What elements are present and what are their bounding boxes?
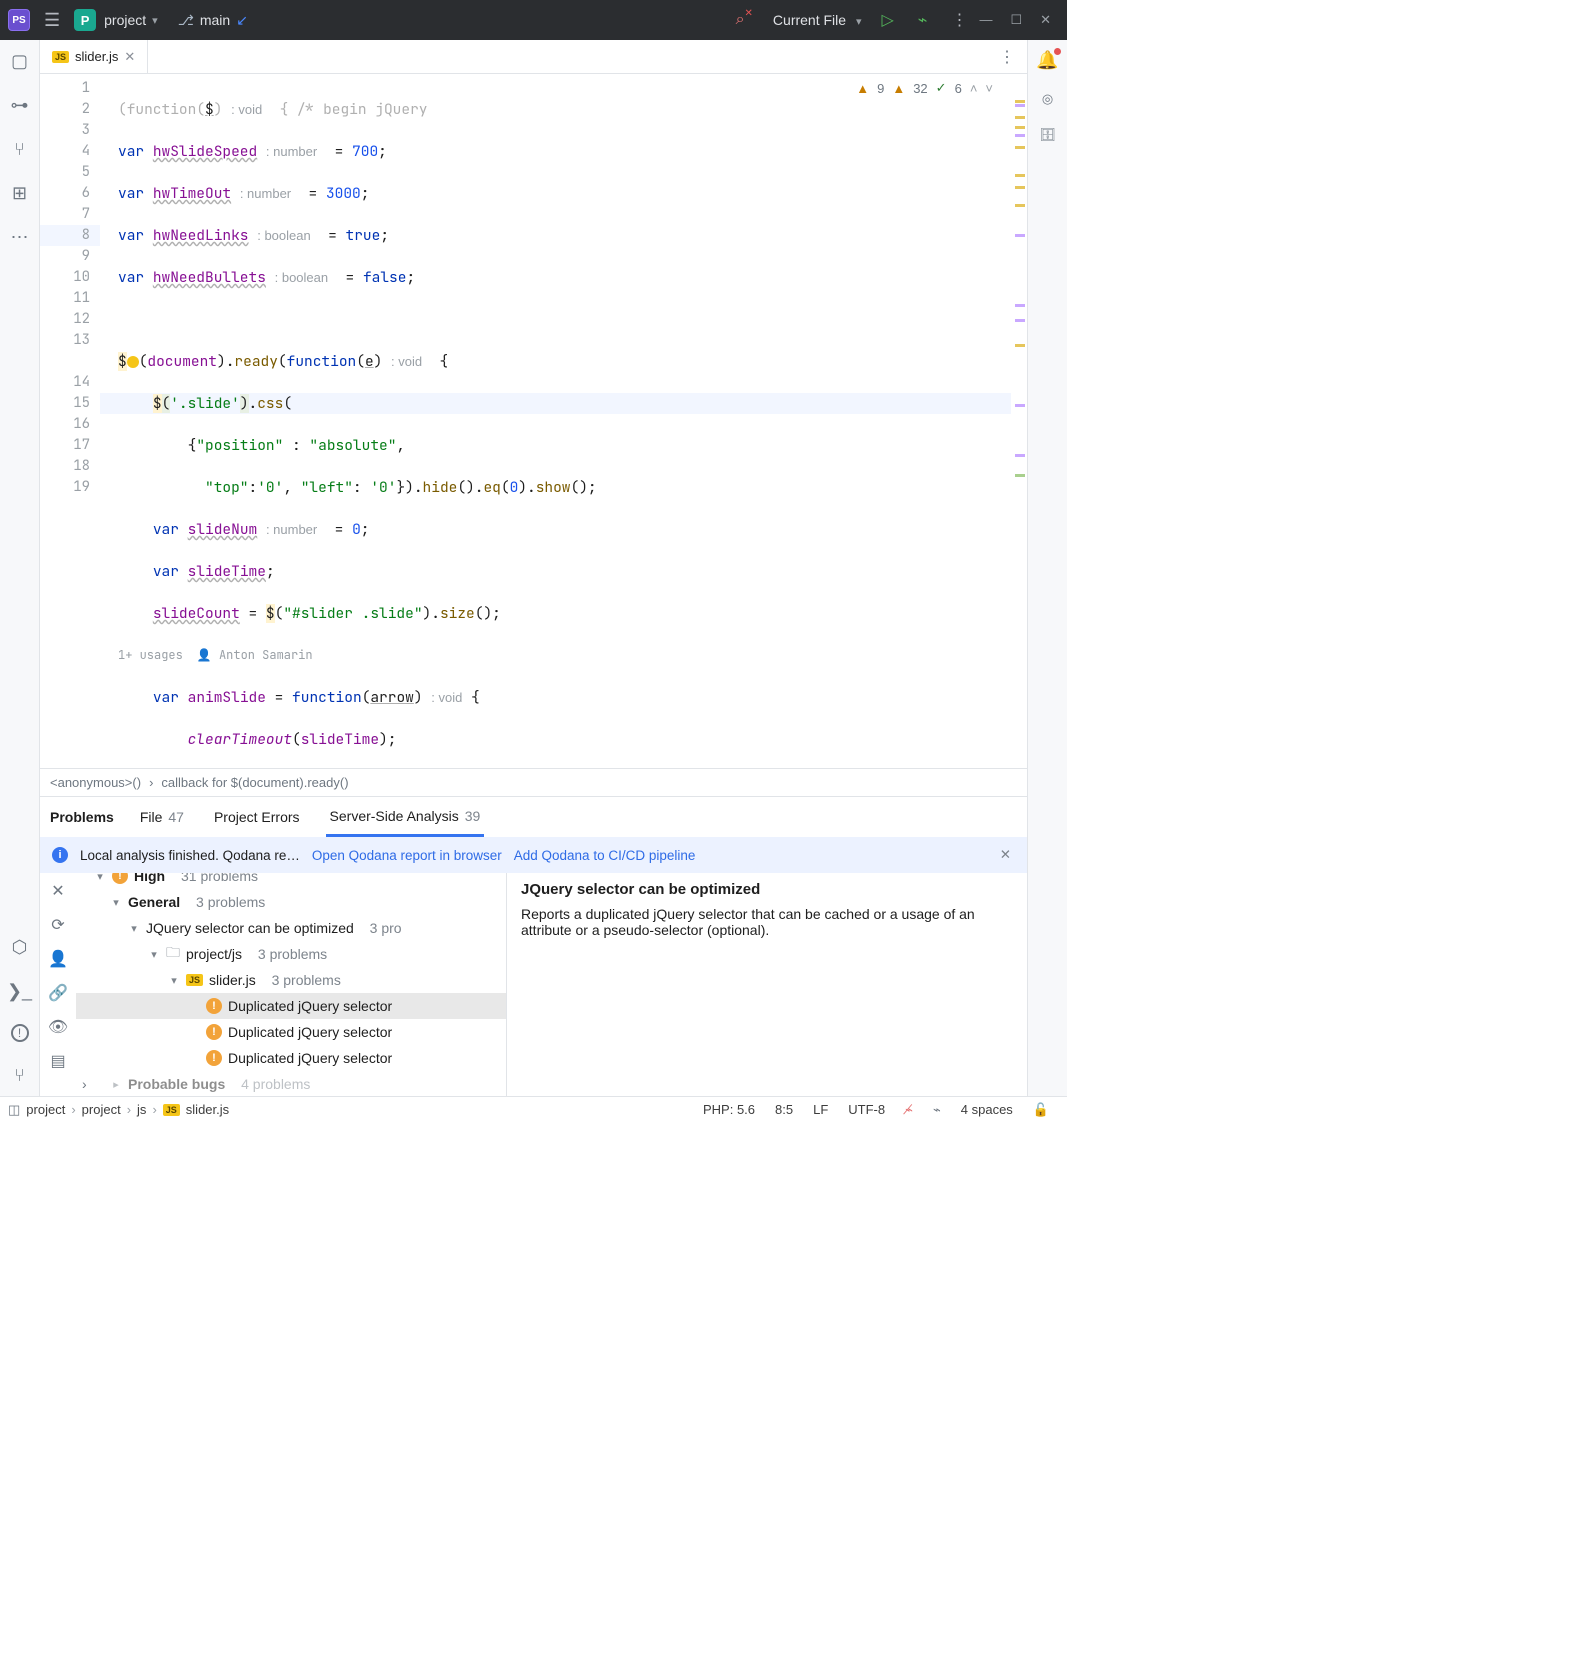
banner-close-icon[interactable]: ✕	[1000, 847, 1015, 863]
gutter: 1234567 8 910111213 141516171819	[40, 74, 100, 768]
notifications-icon[interactable]: 🔔	[1036, 50, 1058, 71]
ai-assistant-icon[interactable]: ◎	[1042, 91, 1053, 107]
maximize-button[interactable]: ☐	[1010, 12, 1022, 28]
more-tool-icon[interactable]: ⋯	[11, 226, 29, 248]
vcs-widget[interactable]: ⎇ main ↙	[178, 12, 248, 29]
database-icon[interactable]: 🗄	[1039, 127, 1056, 143]
chevron-up-icon[interactable]: ˄	[970, 81, 978, 96]
problem-item[interactable]: !Duplicated jQuery selector	[76, 1019, 506, 1045]
debug-breakpoint-icon[interactable]: ⌕✕	[736, 11, 753, 29]
log-icon[interactable]: ▤	[50, 1051, 65, 1071]
qodana-banner: i Local analysis finished. Qodana re… Op…	[40, 837, 1027, 873]
line-separator[interactable]: LF	[813, 1102, 828, 1117]
terminal-tool-icon[interactable]: ❯_	[7, 980, 32, 1002]
problems-title: Problems	[50, 809, 114, 825]
project-tool-icon[interactable]: ▢	[11, 50, 28, 72]
debug-button[interactable]: ⌁	[918, 10, 928, 30]
encoding[interactable]: UTF-8	[848, 1102, 885, 1117]
app-icon[interactable]: PS	[8, 9, 30, 31]
preview-icon[interactable]: 👁	[48, 1017, 68, 1037]
open-qodana-link[interactable]: Open Qodana report in browser	[312, 848, 502, 863]
editor-breadcrumb[interactable]: <anonymous>() › callback for $(document)…	[40, 768, 1027, 796]
tool-window-toggle-icon[interactable]: ◫	[8, 1102, 20, 1118]
expand-icon[interactable]: ›	[82, 1076, 87, 1092]
problems-tool-icon[interactable]: !	[11, 1024, 29, 1042]
problems-panel: Problems File47 Project Errors Server-Si…	[40, 796, 1027, 1096]
php-version[interactable]: PHP: 5.6	[703, 1102, 755, 1117]
close-button[interactable]: ✕	[1040, 12, 1051, 28]
tab-slider-js[interactable]: JS slider.js ✕	[40, 40, 148, 73]
titlebar: PS ☰ P project ▾ ⎇ main ↙ ⌕✕ Current Fil…	[0, 0, 1067, 40]
right-tool-rail: 🔔 ◎ 🗄	[1027, 40, 1067, 1096]
indent-widget[interactable]: 4 spaces	[961, 1102, 1013, 1117]
ok-icon: ✓	[936, 80, 947, 96]
refresh-icon[interactable]: ⟳	[51, 915, 64, 935]
problem-item[interactable]: !Duplicated jQuery selector	[76, 993, 506, 1019]
inlay-hints: 1+ usages👤 Anton Samarin	[100, 645, 1027, 666]
xdebug-icon[interactable]: ⌁̸	[905, 1102, 913, 1118]
pull-requests-icon[interactable]: ⑂	[14, 138, 25, 160]
problem-detail: JQuery selector can be optimized Reports…	[506, 873, 1027, 1096]
editor[interactable]: 1234567 8 910111213 141516171819 (functi…	[40, 74, 1027, 768]
vcs-tool-icon[interactable]: ⑂	[14, 1064, 25, 1086]
problems-toolbar: ✕ ⟳ 👤 🔗 👁 ▤	[40, 873, 76, 1096]
incoming-icon: ↙	[236, 12, 248, 29]
tab-more-icon[interactable]: ⋮	[987, 47, 1027, 67]
close-panel-icon[interactable]: ✕	[51, 881, 64, 901]
tab-server-side-analysis[interactable]: Server-Side Analysis39	[326, 797, 485, 837]
readonly-icon[interactable]: 🔓	[1033, 1102, 1049, 1118]
problems-tree[interactable]: ▾!High 31 problems ▾General 3 problems ▾…	[76, 873, 506, 1096]
status-bar: ◫ project› project› js› JS slider.js PHP…	[0, 1096, 1067, 1122]
editor-tabs: JS slider.js ✕ ⋮	[40, 40, 1027, 74]
js-file-icon: JS	[52, 51, 69, 63]
tab-project-errors[interactable]: Project Errors	[210, 797, 304, 837]
nav-breadcrumb[interactable]: project› project› js› JS slider.js	[26, 1102, 229, 1117]
branch-name: main	[200, 12, 230, 28]
run-button[interactable]: ▷	[881, 10, 893, 30]
close-tab-icon[interactable]: ✕	[124, 49, 135, 65]
code-area[interactable]: (function($) : void { /* begin jQuery va…	[100, 74, 1027, 768]
project-name[interactable]: project	[104, 12, 146, 28]
cursor-position[interactable]: 8:5	[775, 1102, 793, 1117]
services-tool-icon[interactable]: ⬡	[12, 936, 28, 958]
link-icon[interactable]: 🔗	[48, 983, 68, 1003]
problem-item[interactable]: !Duplicated jQuery selector	[76, 1045, 506, 1071]
user-icon[interactable]: 👤	[48, 949, 68, 969]
listener-icon[interactable]: ⌁	[933, 1102, 941, 1118]
project-chip[interactable]: P	[74, 9, 96, 31]
main-menu-button[interactable]: ☰	[44, 10, 60, 31]
info-icon: i	[52, 847, 68, 863]
add-qodana-ci-link[interactable]: Add Qodana to CI/CD pipeline	[514, 848, 696, 863]
inspection-widget[interactable]: ▲9 ▲32 ✓6 ˄ ˅	[856, 80, 993, 96]
js-file-icon: JS	[163, 1104, 180, 1116]
minimize-button[interactable]: —	[979, 12, 992, 28]
commit-tool-icon[interactable]: ⊶	[11, 94, 29, 116]
left-tool-rail: ▢ ⊶ ⑂ ⊞ ⋯ ⬡ ❯_ ! ⑂	[0, 40, 40, 1096]
run-config-selector[interactable]: Current File ▾	[773, 12, 862, 28]
branch-icon: ⎇	[178, 12, 194, 29]
error-stripe[interactable]	[1011, 74, 1027, 768]
warning-icon: ▲	[856, 81, 869, 96]
chevron-down-icon[interactable]: ▾	[152, 14, 158, 27]
warning-icon: ▲	[892, 81, 905, 96]
structure-tool-icon[interactable]: ⊞	[12, 182, 27, 204]
more-actions-icon[interactable]: ⋮	[951, 10, 967, 30]
chevron-down-icon[interactable]: ˅	[985, 81, 993, 96]
tab-label: slider.js	[75, 49, 118, 64]
tab-file[interactable]: File47	[136, 797, 188, 837]
problems-tabs: Problems File47 Project Errors Server-Si…	[40, 797, 1027, 837]
